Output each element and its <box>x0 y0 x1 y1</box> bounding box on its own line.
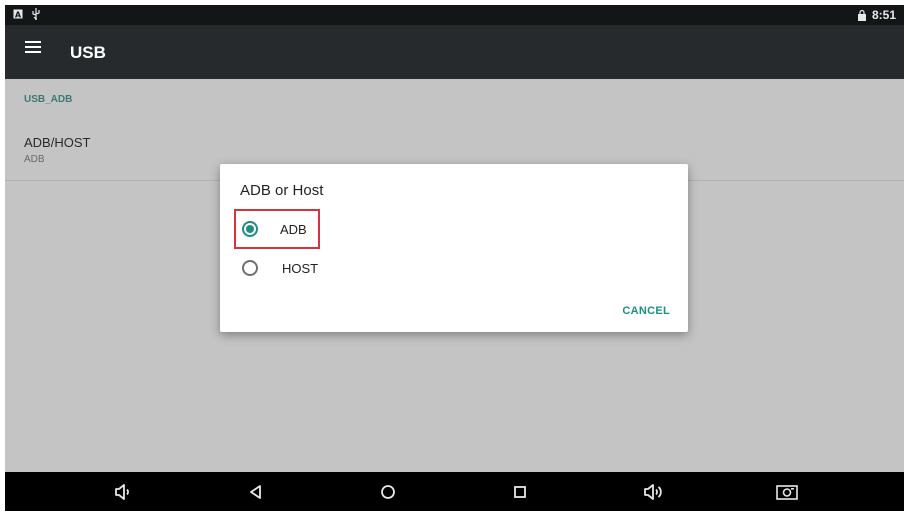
option-host[interactable]: HOST <box>234 248 334 288</box>
preference-summary: ADB <box>24 154 45 165</box>
option-label: ADB <box>280 221 307 237</box>
navigation-bar <box>5 472 904 511</box>
option-adb[interactable]: ADB <box>234 209 320 249</box>
status-time: 8:51 <box>871 8 896 22</box>
hamburger-menu-icon[interactable] <box>25 41 41 55</box>
radio-selected-icon[interactable] <box>242 221 258 237</box>
status-left-icons: A <box>13 8 41 20</box>
app-bar: USB <box>5 25 904 79</box>
radio-unselected-icon[interactable] <box>242 260 258 276</box>
home-icon[interactable] <box>376 480 400 504</box>
preference-title: ADB/HOST <box>24 135 91 150</box>
status-bar: A 8:51 <box>5 5 904 25</box>
svg-text:A: A <box>15 11 22 20</box>
adb-or-host-dialog: ADB or Host ADB HOST CANCEL <box>220 164 688 332</box>
cancel-button[interactable]: CANCEL <box>622 305 670 317</box>
volume-up-icon[interactable] <box>641 480 665 504</box>
usb-icon <box>32 8 40 20</box>
option-label: HOST <box>282 260 319 276</box>
volume-down-icon[interactable] <box>111 480 135 504</box>
notification-a-icon: A <box>13 9 23 19</box>
android-screen: A 8:51 USB USB_ADB ADB/HOST ADB ADB or H… <box>5 5 904 511</box>
dialog-title: ADB or Host <box>240 182 324 199</box>
page-title: USB <box>70 43 106 62</box>
recents-icon[interactable] <box>508 480 532 504</box>
back-icon[interactable] <box>244 480 268 504</box>
status-right: 8:51 <box>857 8 896 22</box>
section-header: USB_ADB <box>24 94 73 105</box>
battery-lock-icon <box>857 9 866 21</box>
screenshot-icon[interactable] <box>775 480 799 504</box>
